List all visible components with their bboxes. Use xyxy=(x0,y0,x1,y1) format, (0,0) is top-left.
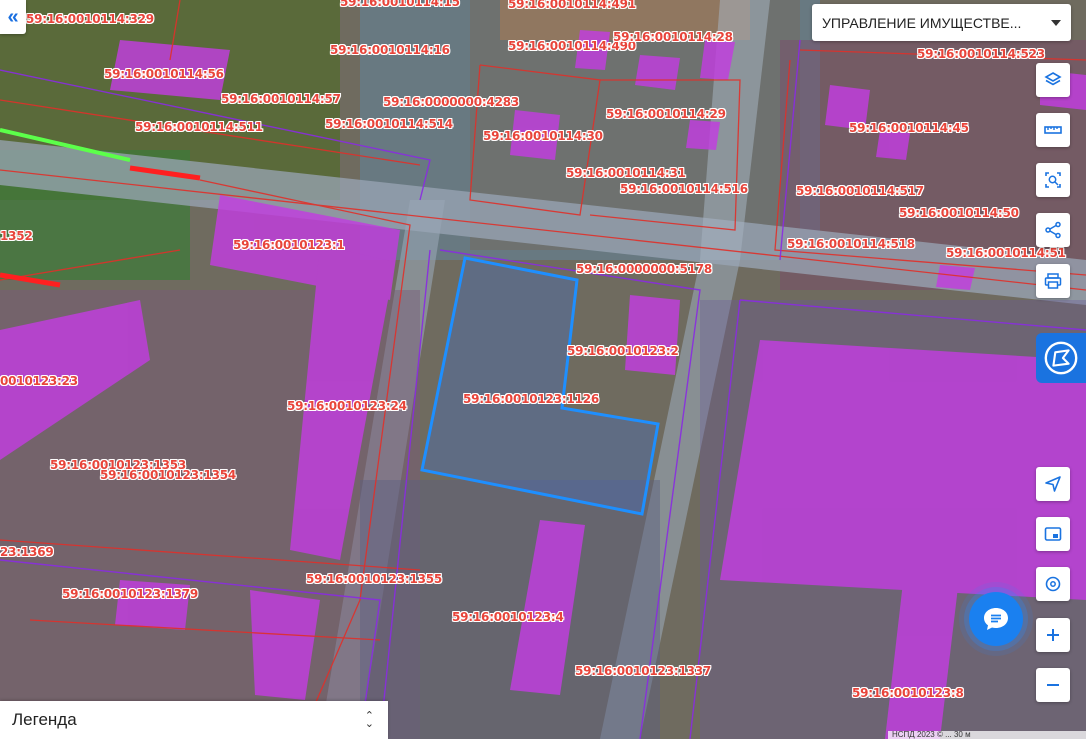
parcel-label[interactable]: 1352 xyxy=(0,229,33,243)
parcel-label[interactable]: 59:16:0010114:511 xyxy=(135,120,263,134)
parcel-label[interactable]: 59:16:0010123:1355 xyxy=(306,572,442,586)
parcel-label[interactable]: 59:16:0010114:29 xyxy=(606,107,726,121)
parcel-label[interactable]: 59:16:0000000:5178 xyxy=(576,262,712,276)
parcel-label[interactable]: 59:16:0010114:15 xyxy=(340,0,460,9)
zoom-in-icon xyxy=(1047,629,1059,641)
parcel-label[interactable]: 59:16:0010114:517 xyxy=(796,184,924,198)
parcel-label[interactable]: 59:16:0010114:516 xyxy=(620,182,748,196)
parcel-label[interactable]: 59:16:0010123:1 xyxy=(233,238,345,252)
parcel-label[interactable]: 59:16:0010114:491 xyxy=(508,0,636,11)
navigate-button[interactable] xyxy=(1036,467,1070,501)
double-chevron-left-icon: « xyxy=(7,5,19,28)
parcel-label[interactable]: 59:16:0010123:4 xyxy=(452,610,564,624)
parcel-label[interactable]: 0010123:23 xyxy=(0,374,78,388)
parcel-label[interactable]: 59:16:0010114:28 xyxy=(613,30,733,44)
print-icon xyxy=(1044,273,1062,289)
parcel-label[interactable]: 59:16:0010123:1379 xyxy=(62,587,198,601)
minimap-button[interactable] xyxy=(1036,517,1070,551)
layer-select-dropdown[interactable]: УПРАВЛЕНИЕ ИМУЩЕСТВЕ... xyxy=(812,4,1071,41)
building xyxy=(625,295,680,375)
layers-icon xyxy=(1044,72,1062,86)
parcel-label[interactable]: 59:16:0010114:31 xyxy=(566,166,686,180)
parcel-label[interactable]: 59:16:0010123:2 xyxy=(567,344,679,358)
rosreestr-service-button[interactable] xyxy=(1036,333,1086,383)
share-icon xyxy=(1045,221,1061,239)
parcel-label[interactable]: 59:16:0010123:24 xyxy=(287,399,407,413)
parcel-label[interactable]: 59:16:0010114:523 xyxy=(917,47,1045,61)
parcel-label[interactable]: 59:16:0010114:51 xyxy=(946,246,1066,260)
layers-button[interactable] xyxy=(1036,63,1070,97)
ruler-icon xyxy=(1044,126,1062,134)
navigate-icon xyxy=(1045,476,1061,492)
parcel-label[interactable]: 59:16:0010114:518 xyxy=(787,237,915,251)
rosreestr-logo-icon xyxy=(1044,341,1078,375)
zoom-out-button[interactable] xyxy=(1036,668,1070,702)
location-button[interactable] xyxy=(1036,567,1070,601)
measure-button[interactable] xyxy=(1036,113,1070,147)
map-canvas[interactable] xyxy=(0,0,1086,739)
parcel-label[interactable]: 59:16:0010123:8 xyxy=(852,686,964,700)
legend-panel[interactable]: Легенда ⌃ ⌄ xyxy=(0,701,388,739)
parcel-label[interactable]: 59:16:0010114:50 xyxy=(899,206,1019,220)
parcel-label[interactable]: 59:16:0010114:329 xyxy=(26,12,154,26)
zoom-out-icon xyxy=(1047,684,1059,686)
chat-button[interactable] xyxy=(969,592,1023,646)
location-icon xyxy=(1045,576,1061,592)
chevron-down-icon xyxy=(1051,19,1061,26)
parcel-label[interactable]: 59:16:0010123:1337 xyxy=(575,664,711,678)
area-select-icon xyxy=(1045,172,1061,188)
parcel-label[interactable]: 59:16:0010114:56 xyxy=(104,67,224,81)
area-select-button[interactable] xyxy=(1036,163,1070,197)
chat-icon xyxy=(984,608,1008,630)
print-button[interactable] xyxy=(1036,264,1070,298)
parcel-label[interactable]: 59:16:0010114:16 xyxy=(330,43,450,57)
legend-title: Легенда xyxy=(12,710,77,729)
expand-collapse-icon[interactable]: ⌃ ⌄ xyxy=(365,711,374,730)
parcel-label[interactable]: 59:16:0010123:1354 xyxy=(100,468,236,482)
collapse-panel-button[interactable]: « xyxy=(0,0,26,34)
parcel-label[interactable]: 59:16:0010114:45 xyxy=(849,121,969,135)
parcel-label[interactable]: 59:16:0010123:1126 xyxy=(463,392,599,406)
parcel-label[interactable]: 23:1369 xyxy=(0,545,54,559)
building xyxy=(635,55,680,90)
building xyxy=(686,120,720,150)
parcel-label[interactable]: 59:16:0000000:4283 xyxy=(383,95,519,109)
layer-select-value: УПРАВЛЕНИЕ ИМУЩЕСТВЕ... xyxy=(822,14,1022,31)
building xyxy=(720,340,1086,600)
minimap-icon xyxy=(1044,527,1062,541)
parcel-label[interactable]: 59:16:0010114:514 xyxy=(325,117,453,131)
zoom-in-button[interactable] xyxy=(1036,618,1070,652)
share-button[interactable] xyxy=(1036,213,1070,247)
parcel-label[interactable]: 59:16:0010114:30 xyxy=(483,129,603,143)
scale-attribution: НСПД 2023 © ... 30 м xyxy=(888,731,1086,739)
parcel-label[interactable]: 59:16:0010114:57 xyxy=(221,92,341,106)
